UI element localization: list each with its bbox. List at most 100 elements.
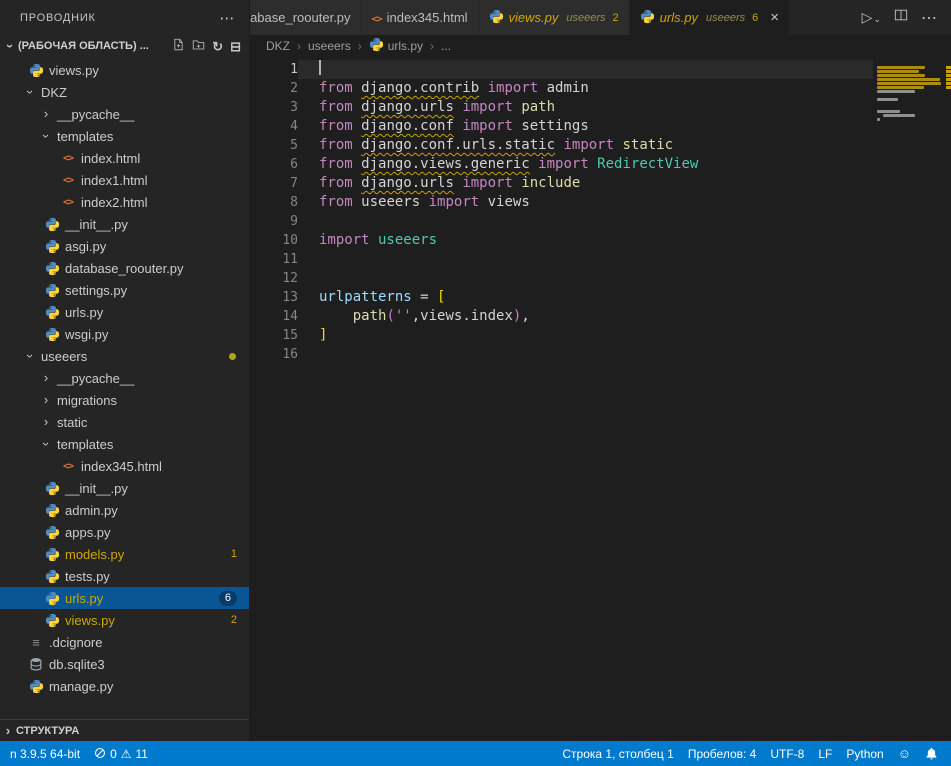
tab-bar: database_roouter.py <> index345.html vie… bbox=[250, 0, 951, 35]
file-apps-py[interactable]: apps.py bbox=[0, 521, 249, 543]
breadcrumb-separator-icon: › bbox=[358, 39, 362, 53]
language-mode-status[interactable]: Python bbox=[839, 741, 890, 766]
warning-count: 11 bbox=[136, 747, 148, 761]
code-line[interactable]: 5from django.conf.urls.static import sta… bbox=[250, 136, 951, 155]
code-line[interactable]: 7from django.urls import include bbox=[250, 174, 951, 193]
minimap[interactable] bbox=[875, 60, 943, 180]
feedback-icon[interactable]: ☺ bbox=[891, 741, 918, 766]
file-urls-py[interactable]: urls.py6 bbox=[0, 587, 249, 609]
tab-urls[interactable]: urls.py useeers 6 × bbox=[630, 0, 790, 35]
warning-ruler-mark bbox=[946, 74, 951, 77]
collapse-all-icon[interactable]: ⊟ bbox=[230, 40, 241, 53]
line-number: 12 bbox=[250, 269, 298, 288]
file-settings-py[interactable]: settings.py bbox=[0, 279, 249, 301]
folder-dkz[interactable]: ›DKZ bbox=[0, 81, 249, 103]
warning-ruler-mark bbox=[946, 66, 951, 69]
code-line[interactable]: 8from useeers import views bbox=[250, 193, 951, 212]
code-line[interactable]: 6from django.views.generic import Redire… bbox=[250, 155, 951, 174]
tab-views[interactable]: views.py useeers 2 bbox=[479, 0, 630, 35]
file-db-sqlite3[interactable]: db.sqlite3 bbox=[0, 653, 249, 675]
code-line[interactable]: 12 bbox=[250, 269, 951, 288]
workspace-header[interactable]: › (РАБОЧАЯ ОБЛАСТЬ) ... ↻ ⊟ bbox=[0, 35, 249, 57]
code-line[interactable]: 1 bbox=[250, 60, 951, 79]
folder-static[interactable]: ›static bbox=[0, 411, 249, 433]
file-views-py[interactable]: views.py2 bbox=[0, 609, 249, 631]
folder--pycache-[interactable]: ›__pycache__ bbox=[0, 103, 249, 125]
overview-ruler bbox=[946, 60, 951, 260]
file-index-html[interactable]: <>index.html bbox=[0, 147, 249, 169]
warning-ruler-mark bbox=[946, 86, 951, 89]
minimap-line bbox=[877, 86, 924, 89]
file-index1-html[interactable]: <>index1.html bbox=[0, 169, 249, 191]
file--dcignore[interactable]: ≡.dcignore bbox=[0, 631, 249, 653]
line-number: 7 bbox=[250, 174, 298, 193]
close-tab-icon[interactable]: × bbox=[770, 10, 779, 25]
tab-problems-badge: 6 bbox=[752, 12, 758, 24]
refresh-icon[interactable]: ↻ bbox=[212, 40, 223, 53]
breadcrumb-item-more[interactable]: ... bbox=[441, 39, 451, 53]
tab-index345[interactable]: <> index345.html bbox=[362, 0, 479, 35]
file-admin-py[interactable]: admin.py bbox=[0, 499, 249, 521]
explorer-more-actions-icon[interactable]: ⋯ bbox=[219, 9, 235, 27]
folder-templates[interactable]: ›templates bbox=[0, 125, 249, 147]
eol-status[interactable]: LF bbox=[811, 741, 839, 766]
code-editor[interactable]: 12from django.contrib import admin3from … bbox=[250, 57, 951, 741]
breadcrumb-item-dkz[interactable]: DKZ bbox=[266, 39, 290, 53]
code-line[interactable]: 9 bbox=[250, 212, 951, 231]
cursor-position-status[interactable]: Строка 1, столбец 1 bbox=[555, 741, 680, 766]
file-models-py[interactable]: models.py1 bbox=[0, 543, 249, 565]
folder-useeers[interactable]: ›useeers bbox=[0, 345, 249, 367]
python-icon bbox=[44, 217, 60, 232]
folder--pycache-[interactable]: ›__pycache__ bbox=[0, 367, 249, 389]
indentation-status[interactable]: Пробелов: 4 bbox=[681, 741, 764, 766]
file-index345-html[interactable]: <>index345.html bbox=[0, 455, 249, 477]
code-line[interactable]: 15] bbox=[250, 326, 951, 345]
code-line[interactable]: 13urlpatterns = [ bbox=[250, 288, 951, 307]
tree-item-label: views.py bbox=[49, 63, 99, 78]
file-database-roouter-py[interactable]: database_roouter.py bbox=[0, 257, 249, 279]
file-urls-py[interactable]: urls.py bbox=[0, 301, 249, 323]
new-file-icon[interactable] bbox=[172, 38, 185, 54]
chevron-right-icon: › bbox=[38, 389, 54, 411]
breadcrumb-item-urls[interactable]: urls.py bbox=[369, 37, 423, 55]
line-content: from django.contrib import admin bbox=[298, 79, 873, 98]
code-line[interactable]: 11 bbox=[250, 250, 951, 269]
breadcrumb-item-useeers[interactable]: useeers bbox=[308, 39, 351, 53]
split-editor-icon bbox=[894, 8, 908, 22]
code-line[interactable]: 14 path('',views.index), bbox=[250, 307, 951, 326]
file-index2-html[interactable]: <>index2.html bbox=[0, 191, 249, 213]
file-views-py[interactable]: views.py bbox=[0, 59, 249, 81]
code-line[interactable]: 4from django.conf import settings bbox=[250, 117, 951, 136]
line-number: 3 bbox=[250, 98, 298, 117]
new-folder-icon[interactable] bbox=[192, 38, 205, 54]
file-icon: ≡ bbox=[28, 635, 44, 650]
code-line[interactable]: 3from django.urls import path bbox=[250, 98, 951, 117]
notifications-bell-icon[interactable] bbox=[918, 741, 945, 766]
file-manage-py[interactable]: manage.py bbox=[0, 675, 249, 697]
outline-section-header[interactable]: › СТРУКТУРА bbox=[0, 719, 249, 741]
python-icon bbox=[44, 481, 60, 496]
tree-item-label: views.py bbox=[65, 613, 115, 628]
folder-migrations[interactable]: ›migrations bbox=[0, 389, 249, 411]
file-asgi-py[interactable]: asgi.py bbox=[0, 235, 249, 257]
run-button[interactable]: ▷ ⌄ bbox=[862, 9, 881, 26]
code-line[interactable]: 10import useeers bbox=[250, 231, 951, 250]
editor-actions: ▷ ⌄ ⋯ bbox=[848, 0, 951, 35]
folder-templates[interactable]: ›templates bbox=[0, 433, 249, 455]
problems-status[interactable]: 0 ⚠ 11 bbox=[87, 741, 155, 766]
file--init-py[interactable]: __init__.py bbox=[0, 477, 249, 499]
python-interpreter-status[interactable]: n 3.9.5 64-bit bbox=[3, 741, 87, 766]
file--init-py[interactable]: __init__.py bbox=[0, 213, 249, 235]
encoding-status[interactable]: UTF-8 bbox=[763, 741, 811, 766]
problems-badge: 1 bbox=[231, 547, 237, 562]
code-line[interactable]: 16 bbox=[250, 345, 951, 364]
tab-database-roouter[interactable]: database_roouter.py bbox=[250, 0, 362, 35]
split-editor-button[interactable] bbox=[894, 8, 908, 27]
file-tests-py[interactable]: tests.py bbox=[0, 565, 249, 587]
tab-folder-hint: useeers bbox=[566, 12, 605, 24]
more-actions-icon[interactable]: ⋯ bbox=[921, 8, 937, 28]
file-wsgi-py[interactable]: wsgi.py bbox=[0, 323, 249, 345]
workspace-label: (РАБОЧАЯ ОБЛАСТЬ) ... bbox=[18, 40, 149, 52]
warning-icon: ⚠ bbox=[121, 748, 132, 760]
code-line[interactable]: 2from django.contrib import admin bbox=[250, 79, 951, 98]
